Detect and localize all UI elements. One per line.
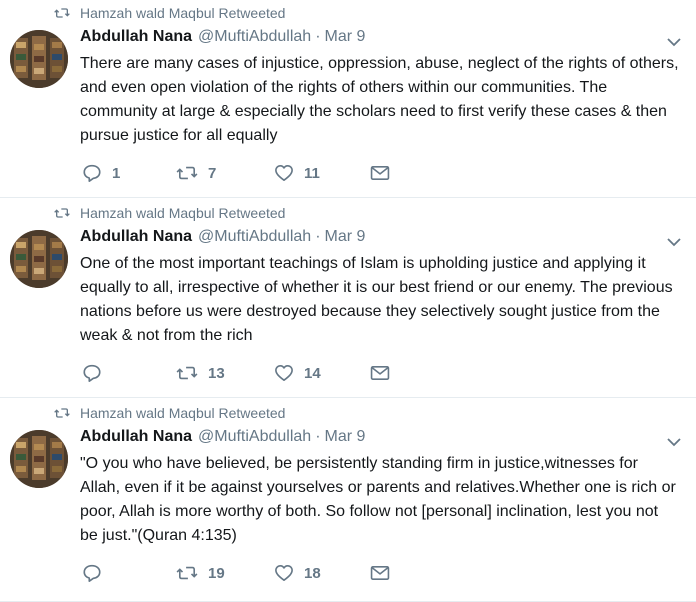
envelope-icon — [370, 565, 390, 581]
like-count: 11 — [304, 164, 320, 182]
tweet[interactable]: Hamzah wald Maqbul Retweeted Abdullah Na… — [0, 198, 696, 398]
tweet-actions: 1 7 11 — [82, 162, 482, 184]
separator-dot: · — [315, 28, 321, 45]
retweet-icon — [176, 566, 198, 580]
retweet-button[interactable]: 19 — [176, 562, 225, 584]
like-count: 14 — [304, 364, 321, 382]
tweet-text: "O you who have believed, be persistentl… — [80, 455, 676, 544]
heart-icon — [275, 364, 293, 382]
chevron-down-icon[interactable] — [666, 34, 682, 50]
tweet-actions: 19 18 — [82, 562, 482, 584]
tweet-text: One of the most important teachings of I… — [80, 255, 673, 344]
avatar-image — [10, 230, 68, 288]
retweet-context: Hamzah wald Maqbul Retweeted — [54, 404, 285, 422]
retweet-icon — [176, 366, 198, 380]
direct-message-button[interactable] — [370, 362, 390, 384]
retweet-button[interactable]: 7 — [176, 162, 216, 184]
tweet-header: Abdullah Nana @MuftiAbdullah · Mar 9 — [80, 428, 365, 446]
direct-message-button[interactable] — [370, 162, 390, 184]
chevron-down-icon[interactable] — [666, 234, 682, 250]
reply-button[interactable] — [82, 562, 112, 584]
author-name[interactable]: Abdullah Nana — [80, 28, 192, 46]
author-handle[interactable]: @MuftiAbdullah — [198, 28, 311, 46]
retweet-icon — [54, 408, 70, 418]
envelope-icon — [370, 165, 390, 181]
tweet-actions: 13 14 — [82, 362, 482, 384]
avatar[interactable] — [10, 430, 68, 488]
retweet-context: Hamzah wald Maqbul Retweeted — [54, 4, 285, 22]
retweet-icon — [176, 166, 198, 180]
direct-message-button[interactable] — [370, 562, 390, 584]
retweet-count: 13 — [208, 364, 225, 382]
reply-icon — [83, 164, 101, 182]
retweet-button[interactable]: 13 — [176, 362, 225, 384]
author-handle[interactable]: @MuftiAbdullah — [198, 228, 311, 246]
retweet-count: 7 — [208, 164, 217, 182]
reply-icon — [83, 564, 101, 582]
tweet-header: Abdullah Nana @MuftiAbdullah · Mar 9 — [80, 228, 365, 246]
separator-dot: · — [315, 428, 321, 445]
like-button[interactable]: 14 — [274, 362, 321, 384]
tweet[interactable]: Hamzah wald Maqbul Retweeted Abdullah Na… — [0, 0, 696, 198]
heart-icon — [275, 164, 293, 182]
author-handle[interactable]: @MuftiAbdullah — [198, 428, 311, 446]
author-name[interactable]: Abdullah Nana — [80, 428, 192, 446]
like-button[interactable]: 18 — [274, 562, 321, 584]
retweet-icon — [54, 208, 70, 218]
retweet-context-text: Hamzah wald Maqbul Retweeted — [80, 405, 286, 421]
tweet-header: Abdullah Nana @MuftiAbdullah · Mar 9 — [80, 28, 365, 46]
tweet-date[interactable]: Mar 9 — [325, 28, 366, 46]
author-name[interactable]: Abdullah Nana — [80, 228, 192, 246]
tweet-date[interactable]: Mar 9 — [325, 228, 366, 246]
reply-count: 1 — [112, 164, 121, 182]
retweet-context-text: Hamzah wald Maqbul Retweeted — [80, 5, 286, 21]
like-button[interactable]: 11 — [274, 162, 320, 184]
like-count: 18 — [304, 564, 321, 582]
separator-dot: · — [315, 228, 321, 245]
tweet-date[interactable]: Mar 9 — [325, 428, 366, 446]
envelope-icon — [370, 365, 390, 381]
chevron-down-icon[interactable] — [666, 434, 682, 450]
retweet-context: Hamzah wald Maqbul Retweeted — [54, 204, 285, 222]
reply-button[interactable]: 1 — [82, 162, 120, 184]
tweet-text: There are many cases of injustice, oppre… — [80, 55, 679, 144]
avatar[interactable] — [10, 30, 68, 88]
heart-icon — [275, 564, 293, 582]
retweet-context-text: Hamzah wald Maqbul Retweeted — [80, 205, 286, 221]
tweet[interactable]: Hamzah wald Maqbul Retweeted Abdullah Na… — [0, 398, 696, 602]
retweet-icon — [54, 8, 70, 18]
avatar[interactable] — [10, 230, 68, 288]
reply-button[interactable] — [82, 362, 112, 384]
avatar-image — [10, 430, 68, 488]
retweet-count: 19 — [208, 564, 225, 582]
avatar-image — [10, 30, 68, 88]
reply-icon — [83, 364, 101, 382]
